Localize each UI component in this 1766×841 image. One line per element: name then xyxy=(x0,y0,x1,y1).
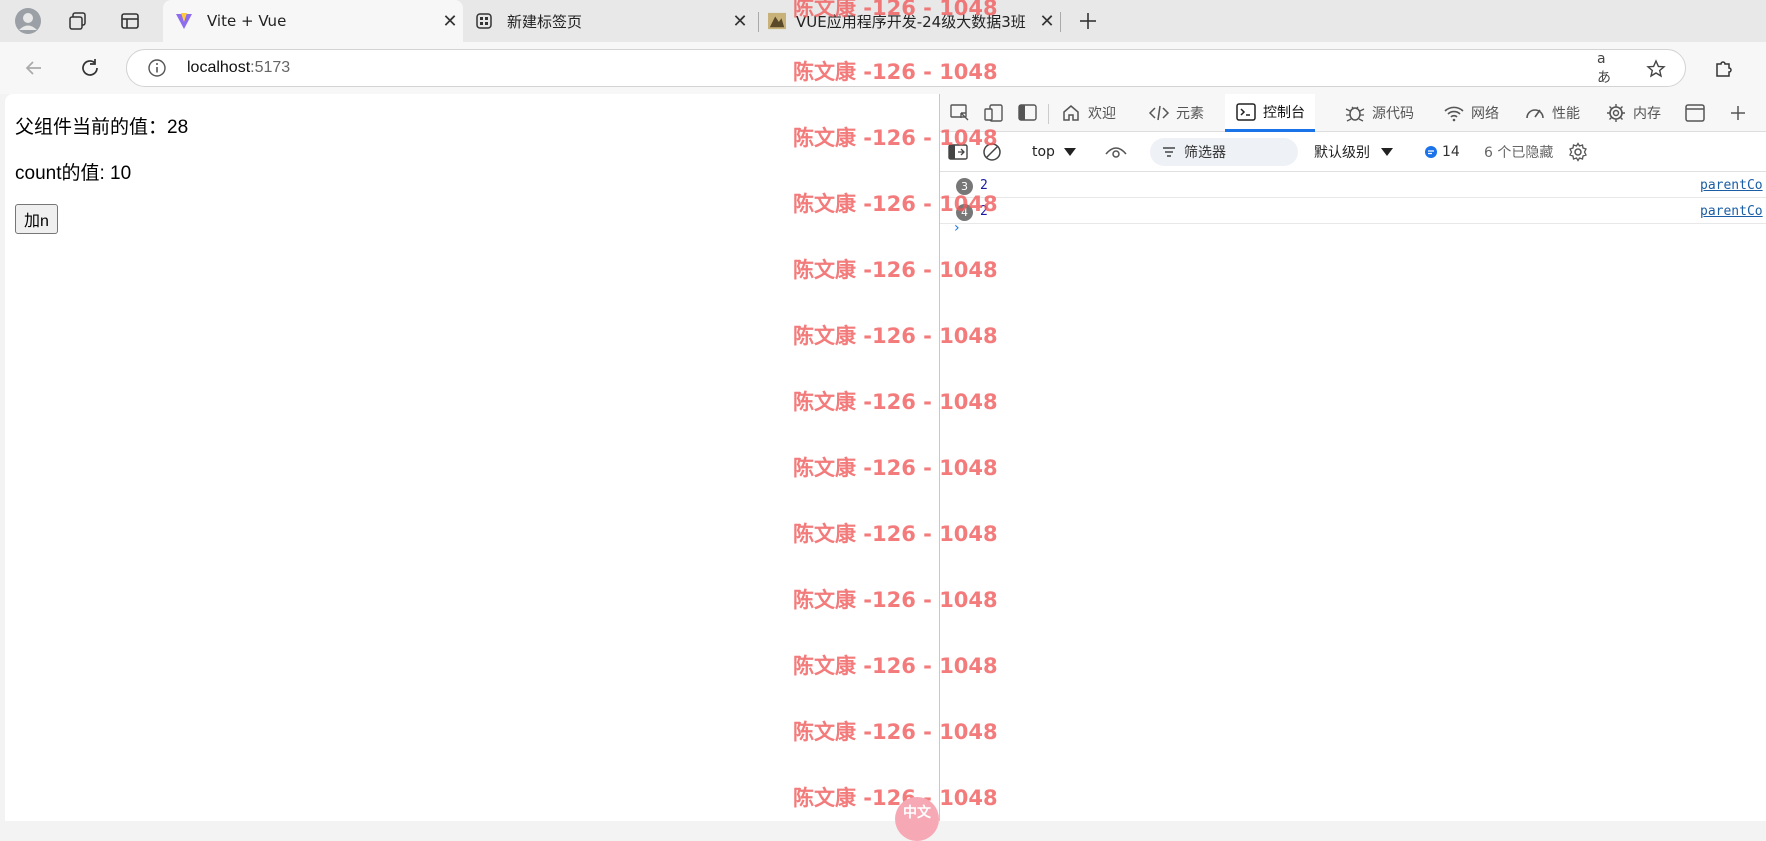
close-tab-icon[interactable]: ✕ xyxy=(727,8,753,34)
log-level-label: 默认级别 xyxy=(1314,145,1370,161)
close-tab-icon[interactable]: ✕ xyxy=(437,8,463,34)
gauge-icon xyxy=(1524,102,1546,124)
tab-vite-vue[interactable]: Vite + Vue ✕ xyxy=(163,0,463,42)
console-settings-icon[interactable] xyxy=(1568,141,1588,163)
plus-icon xyxy=(1080,13,1096,29)
tab-label: 欢迎 xyxy=(1088,106,1116,122)
devtools-tabbar: 欢迎 元素 控制台 源代码 网络 性能 内存 xyxy=(940,94,1766,132)
log-value: 2 xyxy=(980,178,988,193)
message-bubble-icon xyxy=(1425,146,1437,158)
message-count-badge[interactable]: 14 xyxy=(1424,141,1460,163)
extensions-button[interactable] xyxy=(1708,52,1740,84)
memory-chip-icon xyxy=(1605,102,1627,124)
bug-icon xyxy=(1344,102,1366,124)
tab-label: 性能 xyxy=(1552,106,1580,122)
code-icon xyxy=(1148,102,1170,124)
profile-avatar[interactable] xyxy=(12,6,44,36)
workspaces-icon xyxy=(69,12,86,30)
tab-title: VUE应用程序开发-24级大数据3班 xyxy=(796,12,1026,31)
console-icon xyxy=(1235,101,1257,123)
ime-indicator[interactable]: 中文 xyxy=(895,797,939,841)
source-link[interactable]: parentCo xyxy=(1700,204,1763,219)
filter-input[interactable]: 筛选器 xyxy=(1150,138,1298,166)
add-tool-icon[interactable] xyxy=(1726,102,1750,124)
wifi-icon xyxy=(1443,102,1465,124)
tab-console[interactable]: 控制台 xyxy=(1225,94,1315,132)
course-favicon-icon xyxy=(768,12,786,30)
console-prompt-chevron-icon[interactable]: › xyxy=(954,220,960,236)
tab-sources[interactable]: 源代码 xyxy=(1344,94,1414,132)
message-count: 14 xyxy=(1442,144,1460,160)
log-value: 2 xyxy=(980,204,988,219)
new-tab-favicon-icon xyxy=(475,12,493,30)
source-link[interactable]: parentCo xyxy=(1700,178,1763,193)
tab-welcome[interactable]: 欢迎 xyxy=(1060,94,1116,132)
home-icon xyxy=(1060,102,1082,124)
url-port: :5173 xyxy=(250,59,291,76)
console-row[interactable]: 3 2 parentCo xyxy=(940,174,1766,198)
reload-icon xyxy=(82,59,98,76)
tab-title: 新建标签页 xyxy=(507,12,583,31)
favorite-star-icon[interactable] xyxy=(1645,58,1667,80)
profile-icon xyxy=(15,8,41,34)
tab-label: 元素 xyxy=(1176,106,1204,122)
device-emulation-icon[interactable] xyxy=(982,102,1006,124)
tab-separator xyxy=(1060,12,1061,32)
caret-down-icon xyxy=(1063,148,1076,156)
context-selector[interactable]: top xyxy=(1032,141,1077,163)
more-tools-icon[interactable] xyxy=(1683,102,1707,124)
arrow-left-icon xyxy=(25,61,41,75)
caret-down-icon xyxy=(1381,148,1393,156)
tab-memory[interactable]: 内存 xyxy=(1605,94,1661,132)
tab-elements[interactable]: 元素 xyxy=(1148,94,1204,132)
url-host: localhost xyxy=(187,59,251,76)
tab-actions-icon xyxy=(121,13,139,29)
filter-placeholder: 筛选器 xyxy=(1184,145,1226,161)
filter-icon xyxy=(1162,146,1176,158)
workspaces-button[interactable] xyxy=(62,6,94,36)
console-filter-bar: top 筛选器 默认级别 14 6 个已隐藏 xyxy=(940,132,1766,172)
vite-favicon-icon xyxy=(175,12,193,30)
tab-title: Vite + Vue xyxy=(207,12,287,30)
sidebar-toggle-icon[interactable] xyxy=(948,141,968,163)
tab-performance[interactable]: 性能 xyxy=(1524,94,1580,132)
log-level-dropdown[interactable]: 默认级别 xyxy=(1314,141,1394,163)
tab-separator xyxy=(758,12,759,32)
tab-label: 网络 xyxy=(1471,106,1499,122)
live-expression-icon[interactable] xyxy=(1105,141,1127,163)
context-label: top xyxy=(1032,144,1055,160)
site-info-icon[interactable] xyxy=(147,58,167,78)
tab-network[interactable]: 网络 xyxy=(1443,94,1499,132)
tab-vue-course[interactable]: VUE应用程序开发-24级大数据3班 ✕ xyxy=(760,0,1060,42)
devtools-panel: 欢迎 元素 控制台 源代码 网络 性能 内存 top 筛选器 默认级别 14 6… xyxy=(939,94,1766,821)
puzzle-icon xyxy=(1716,61,1732,77)
inspect-element-icon[interactable] xyxy=(948,102,972,124)
clear-console-icon[interactable] xyxy=(982,141,1002,163)
tab-new-tab[interactable]: 新建标签页 ✕ xyxy=(463,0,753,42)
parent-value-text: 父组件当前的值：28 xyxy=(15,117,189,138)
tab-strip: Vite + Vue ✕ 新建标签页 ✕ VUE应用程序开发-24级大数据3班 … xyxy=(0,0,1766,42)
count-value-text: count的值: 10 xyxy=(15,163,132,184)
tab-actions-button[interactable] xyxy=(114,6,146,36)
dock-side-icon[interactable] xyxy=(1016,102,1040,124)
repeat-count-badge: 3 xyxy=(956,178,973,195)
console-row[interactable]: 4 2 parentCo xyxy=(940,200,1766,224)
address-bar[interactable]: localhost:5173 aあ xyxy=(126,49,1686,87)
divider xyxy=(1048,104,1049,124)
tab-label: 控制台 xyxy=(1263,104,1305,121)
tab-label: 源代码 xyxy=(1372,106,1414,122)
read-aloud-icon[interactable]: aあ xyxy=(1597,51,1619,86)
new-tab-button[interactable] xyxy=(1072,6,1104,36)
url-text[interactable]: localhost:5173 xyxy=(187,59,290,77)
page-viewport: 父组件当前的值：28 count的值: 10 加n xyxy=(5,94,939,821)
back-button[interactable] xyxy=(18,52,50,84)
repeat-count-badge: 4 xyxy=(956,204,973,221)
add-n-button[interactable]: 加n xyxy=(15,204,58,234)
browser-toolbar: localhost:5173 aあ xyxy=(0,42,1766,94)
reload-button[interactable] xyxy=(74,52,106,84)
hidden-count-text: 6 个已隐藏 xyxy=(1484,145,1554,161)
close-tab-icon[interactable]: ✕ xyxy=(1034,8,1060,34)
tab-label: 内存 xyxy=(1633,106,1661,122)
